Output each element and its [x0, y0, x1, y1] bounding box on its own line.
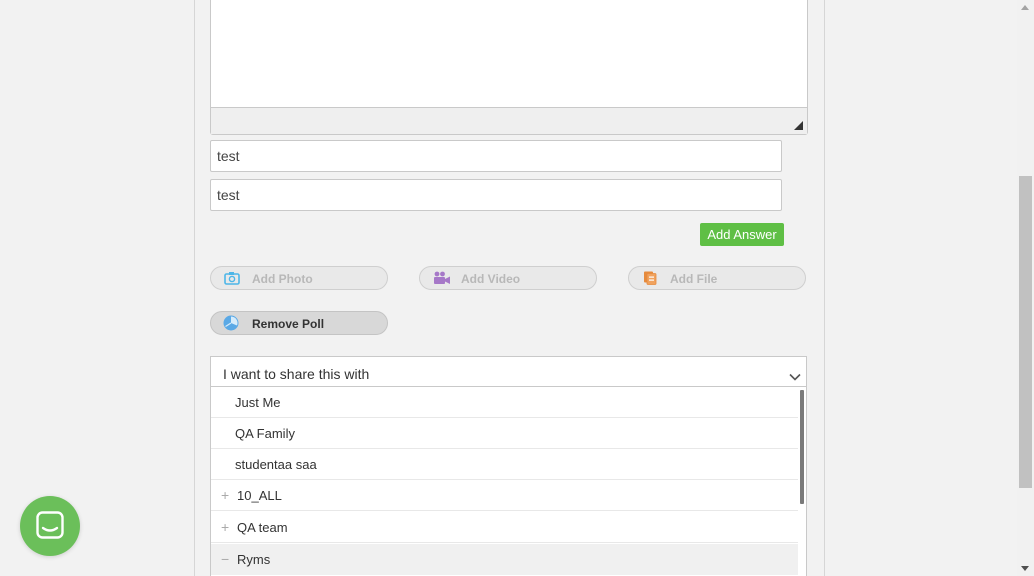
share-option-label: studentaa saa: [235, 457, 317, 472]
page-scrollbar-thumb[interactable]: [1019, 176, 1032, 488]
scroll-up-arrow-icon[interactable]: [1021, 5, 1029, 10]
share-group-qa-team[interactable]: + QA team: [211, 512, 798, 543]
expand-plus-icon[interactable]: +: [221, 519, 229, 535]
share-audience-select[interactable]: I want to share this with: [210, 356, 807, 387]
share-group-10-all[interactable]: + 10_ALL: [211, 480, 798, 511]
remove-poll-label: Remove Poll: [252, 317, 325, 331]
share-select-label: I want to share this with: [223, 366, 370, 382]
dropdown-scrollbar[interactable]: [800, 390, 804, 504]
page-scrollbar[interactable]: [1017, 0, 1034, 576]
resize-handle-icon[interactable]: [794, 121, 803, 130]
camera-icon: [224, 271, 240, 285]
scroll-down-arrow-icon[interactable]: [1021, 566, 1029, 571]
video-camera-icon: [433, 271, 450, 285]
add-file-button[interactable]: Add File: [628, 266, 806, 290]
chevron-down-icon: [789, 368, 801, 381]
poll-answer-input-1[interactable]: [210, 140, 782, 172]
share-options-dropdown: Just Me QA Family studentaa saa + 10_ALL…: [210, 387, 807, 576]
poll-chart-icon: [223, 315, 239, 331]
share-group-label: QA team: [237, 520, 288, 535]
poll-answer-input-2[interactable]: [210, 179, 782, 211]
add-answer-button[interactable]: Add Answer: [700, 223, 784, 246]
share-group-label: 10_ALL: [237, 488, 282, 503]
share-group-label: Ryms: [237, 552, 271, 567]
expand-plus-icon[interactable]: +: [221, 487, 229, 503]
add-photo-button[interactable]: Add Photo: [210, 266, 388, 290]
add-photo-label: Add Photo: [252, 272, 313, 286]
chat-icon: [36, 511, 64, 539]
add-video-label: Add Video: [461, 272, 521, 286]
post-text-editor[interactable]: [210, 0, 808, 135]
collapse-minus-icon[interactable]: −: [221, 551, 229, 567]
add-video-button[interactable]: Add Video: [419, 266, 597, 290]
share-group-ryms[interactable]: − Ryms: [211, 544, 798, 575]
share-option-label: Just Me: [235, 395, 281, 410]
share-option-studentaa-saa[interactable]: studentaa saa: [211, 449, 798, 480]
file-icon: [642, 271, 658, 285]
share-option-label: QA Family: [235, 426, 295, 441]
chat-launcher-button[interactable]: [20, 496, 80, 556]
remove-poll-button[interactable]: Remove Poll: [210, 311, 388, 335]
editor-footer: [211, 107, 807, 134]
add-file-label: Add File: [670, 272, 718, 286]
share-option-qa-family[interactable]: QA Family: [211, 418, 798, 449]
share-option-just-me[interactable]: Just Me: [211, 387, 798, 418]
